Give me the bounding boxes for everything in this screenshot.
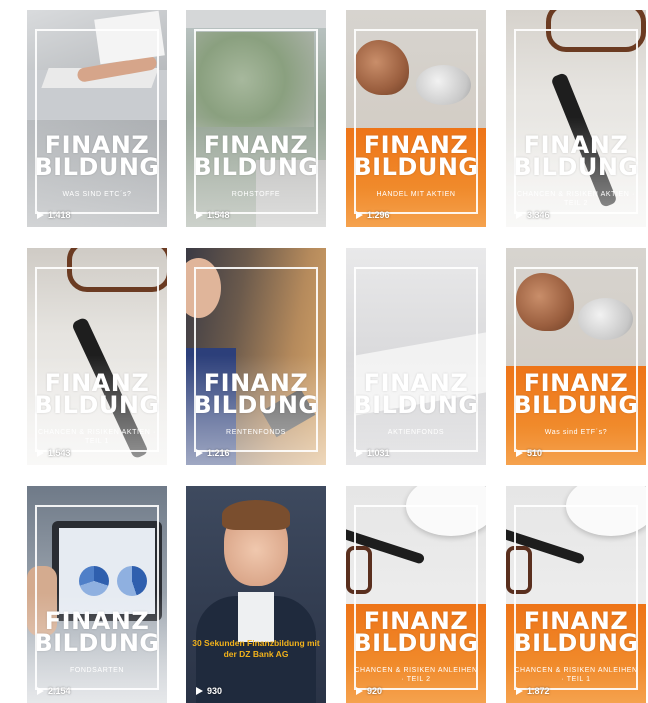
video-caption: HANDEL MIT AKTIEN [376, 191, 456, 198]
video-tile[interactable]: FINANZ BILDUNG WAS SIND ETC´s? 1.418 [27, 10, 167, 227]
play-icon [516, 687, 523, 695]
video-tile[interactable]: FINANZ BILDUNG Was sind ETF´s? 510 [506, 248, 646, 465]
brand-title: FINANZ BILDUNG [34, 131, 160, 181]
brand-title: FINANZ BILDUNG [513, 369, 639, 419]
play-icon [37, 449, 44, 457]
play-icon [37, 687, 44, 695]
play-icon [356, 449, 363, 457]
play-icon [516, 211, 523, 219]
video-caption: ROHSTOFFE [231, 191, 281, 198]
brand-title: FINANZ BILDUNG [193, 131, 319, 181]
video-caption: CHANCEN & RISIKEN AKTIEN · TEIL 1 [38, 429, 156, 445]
play-icon [516, 449, 523, 457]
brand-title: FINANZ BILDUNG [193, 369, 319, 419]
play-icon [196, 687, 203, 695]
view-count: 1.548 [196, 210, 230, 220]
view-count: 2.154 [37, 686, 71, 696]
view-count: 1.031 [356, 448, 390, 458]
brand-title: FINANZ BILDUNG [513, 131, 639, 181]
brand-title: FINANZ BILDUNG [353, 607, 479, 657]
view-count: 920 [356, 686, 382, 696]
view-count: 1.216 [196, 448, 230, 458]
video-caption: FONDSARTEN [69, 667, 125, 674]
play-icon [196, 449, 203, 457]
view-count: 1.543 [37, 448, 71, 458]
brand-title: FINANZ BILDUNG [34, 369, 160, 419]
video-grid: FINANZ BILDUNG WAS SIND ETC´s? 1.418 FINA… [0, 0, 648, 703]
view-count: 1.418 [37, 210, 71, 220]
view-count: 1.872 [516, 686, 550, 696]
video-caption: CHANCEN & RISIKEN ANLEIHEN · TEIL 1 [514, 667, 638, 683]
view-count: 3.346 [516, 210, 550, 220]
brand-title: FINANZ BILDUNG [353, 131, 479, 181]
video-caption: AKTIENFONDS [387, 429, 445, 436]
video-caption: CHANCEN & RISIKEN ANLEIHEN · TEIL 2 [354, 667, 478, 683]
play-icon [356, 687, 363, 695]
video-tile[interactable]: FINANZ BILDUNG CHANCEN & RISIKEN AKTIEN ·… [506, 10, 646, 227]
view-count: 510 [516, 448, 542, 458]
video-tile[interactable]: FINANZ BILDUNG HANDEL MIT AKTIEN 1.296 [346, 10, 486, 227]
play-icon [356, 211, 363, 219]
video-tile[interactable]: FINANZ BILDUNG CHANCEN & RISIKEN ANLEIHEN… [346, 486, 486, 703]
video-caption: Was sind ETF´s? [544, 429, 608, 436]
brand-title: FINANZ BILDUNG [34, 607, 160, 657]
video-tile[interactable]: FINANZ BILDUNG CHANCEN & RISIKEN AKTIEN ·… [27, 248, 167, 465]
video-tile[interactable]: FINANZ BILDUNG AKTIENFONDS 1.031 [346, 248, 486, 465]
video-tile[interactable]: FINANZ BILDUNG RENTENFONDS 1.216 [186, 248, 326, 465]
video-tile[interactable]: 30 Sekunden Finanzbildung mit der DZ Ban… [186, 486, 326, 703]
brand-title: FINANZ BILDUNG [513, 607, 639, 657]
view-count: 930 [196, 686, 222, 696]
video-caption: WAS SIND ETC´s? [62, 191, 132, 198]
video-caption: RENTENFONDS [226, 429, 286, 436]
video-tile[interactable]: FINANZ BILDUNG ROHSTOFFE 1.548 [186, 10, 326, 227]
promo-caption: 30 Sekunden Finanzbildung mit der DZ Ban… [192, 638, 320, 659]
video-tile[interactable]: FINANZ BILDUNG FONDSARTEN 2.154 [27, 486, 167, 703]
brand-title: FINANZ BILDUNG [353, 369, 479, 419]
video-tile[interactable]: FINANZ BILDUNG CHANCEN & RISIKEN ANLEIHEN… [506, 486, 646, 703]
video-caption: CHANCEN & RISIKEN AKTIEN · TEIL 2 [517, 191, 635, 207]
view-count: 1.296 [356, 210, 390, 220]
play-icon [196, 211, 203, 219]
play-icon [37, 211, 44, 219]
